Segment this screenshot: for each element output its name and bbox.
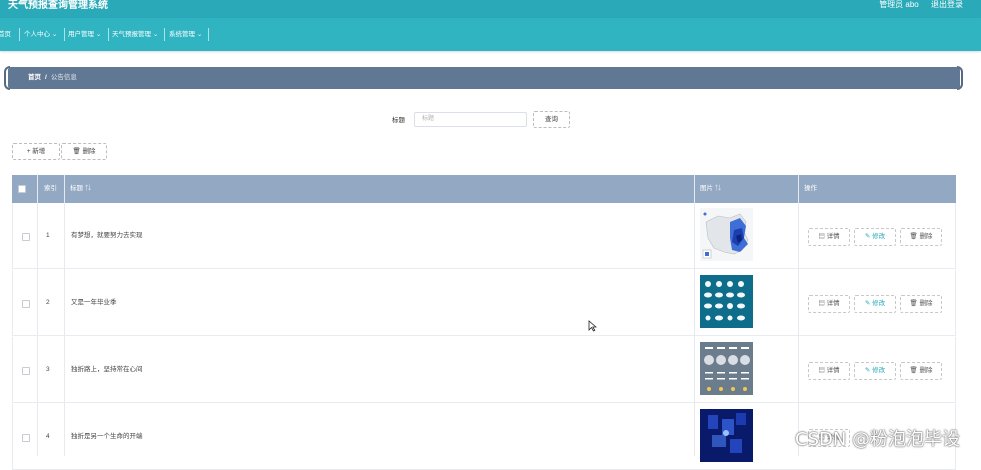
edit-button[interactable]: ✎ 修改 bbox=[854, 362, 896, 380]
sort-icon[interactable]: ⇅ bbox=[85, 185, 92, 192]
main-nav: 首页 个人中心 ⌄ 用户管理 ⌄ 天气预报管理 ⌄ 系统管理 ⌄ bbox=[0, 18, 981, 51]
document-icon: ▤ bbox=[818, 300, 825, 307]
table-header: 索引 标题 ⇅ 图片 ⇅ 操作 bbox=[12, 175, 956, 203]
pencil-icon: ✎ bbox=[864, 367, 871, 374]
search-label: 标题 bbox=[392, 117, 405, 124]
delete-label: 删除 bbox=[919, 367, 933, 374]
nav-item-system[interactable]: 系统管理 ⌄ bbox=[167, 28, 209, 41]
search-input[interactable]: 标题 bbox=[414, 112, 527, 127]
delete-button[interactable]: 🗑 删除 bbox=[900, 362, 942, 380]
row-checkbox[interactable] bbox=[22, 434, 30, 442]
breadcrumb-separator: / bbox=[45, 74, 47, 81]
chevron-down-icon: ⌄ bbox=[196, 31, 203, 38]
nav-item-weather[interactable]: 天气预报管理 ⌄ bbox=[110, 28, 165, 41]
trash-icon: 🗑 bbox=[909, 367, 918, 374]
row-index: 1 bbox=[46, 232, 50, 239]
nav-item-home[interactable]: 首页 bbox=[0, 28, 20, 41]
add-button[interactable]: + 新增 bbox=[12, 143, 60, 160]
detail-button[interactable]: ▤ 详情 bbox=[808, 362, 850, 380]
nav-item-users[interactable]: 用户管理 ⌄ bbox=[66, 28, 109, 41]
weather-icons-thumbnail bbox=[700, 275, 753, 328]
table-row: 1 有梦想，就要努力去实现 ▤ 详情 ✎ 修改 🗑 删除 bbox=[12, 203, 956, 269]
detail-label: 详情 bbox=[826, 300, 840, 307]
edit-label: 修改 bbox=[872, 300, 886, 307]
select-all-checkbox[interactable] bbox=[18, 185, 26, 193]
detail-button[interactable]: ▤ 详情 bbox=[808, 295, 850, 313]
logout-link[interactable]: 退出登录 bbox=[931, 0, 963, 9]
user-label: 管理员 abo bbox=[879, 0, 919, 9]
nav-item-label: 系统管理 bbox=[169, 31, 195, 38]
row-checkbox[interactable] bbox=[22, 233, 30, 241]
breadcrumb-current: 公告信息 bbox=[50, 74, 77, 81]
detail-label: 详情 bbox=[826, 367, 840, 374]
detail-button[interactable]: ▤ 详情 bbox=[808, 228, 850, 246]
document-icon: ▤ bbox=[818, 367, 825, 374]
breadcrumb: 首页 / 公告信息 bbox=[8, 67, 960, 89]
pencil-icon: ✎ bbox=[864, 300, 871, 307]
row-index: 4 bbox=[46, 433, 50, 440]
column-header-title[interactable]: 标题 ⇅ bbox=[70, 175, 91, 203]
watermark: CSDN @粉泡泡毕设 bbox=[795, 429, 961, 450]
row-title: 独折路上，坚持常在心间 bbox=[71, 366, 143, 373]
nav-item-personal[interactable]: 个人中心 ⌄ bbox=[22, 28, 65, 41]
delete-label: 删除 bbox=[919, 233, 933, 240]
batch-delete-button[interactable]: 🗑 删除 bbox=[61, 143, 107, 160]
chevron-down-icon: ⌄ bbox=[51, 31, 58, 38]
tech-image-thumbnail bbox=[700, 409, 753, 462]
table-row: 3 独折路上，坚持常在心间 ▤ 详情 ✎ 修改 🗑 删除 bbox=[12, 337, 956, 403]
delete-label: 删除 bbox=[919, 300, 933, 307]
edit-label: 修改 bbox=[872, 367, 886, 374]
breadcrumb-home[interactable]: 首页 bbox=[28, 74, 41, 81]
sort-icon[interactable]: ⇅ bbox=[715, 185, 722, 192]
column-header-actions: 操作 bbox=[804, 185, 817, 192]
row-title: 又是一年毕业季 bbox=[71, 299, 117, 306]
detail-label: 详情 bbox=[826, 233, 840, 240]
column-image-label: 图片 bbox=[700, 185, 713, 192]
edit-button[interactable]: ✎ 修改 bbox=[854, 228, 896, 246]
document-icon: ▤ bbox=[818, 233, 825, 240]
weather-map-thumbnail bbox=[700, 208, 753, 261]
trash-icon: 🗑 bbox=[72, 148, 81, 155]
batch-delete-label: 删除 bbox=[82, 148, 96, 155]
row-title: 有梦想，就要努力去实现 bbox=[71, 232, 143, 239]
delete-button[interactable]: 🗑 删除 bbox=[900, 228, 942, 246]
edit-button[interactable]: ✎ 修改 bbox=[854, 295, 896, 313]
trash-icon: 🗑 bbox=[909, 300, 918, 307]
column-title-label: 标题 bbox=[70, 185, 83, 192]
column-header-index: 索引 bbox=[44, 185, 57, 192]
weather-forecast-thumbnail bbox=[700, 342, 753, 395]
row-index: 2 bbox=[46, 299, 50, 306]
top-bar: 天气预报查询管理系统 管理员 abo 退出登录 bbox=[0, 0, 981, 18]
trash-icon: 🗑 bbox=[909, 233, 918, 240]
nav-item-label: 用户管理 bbox=[68, 31, 94, 38]
chevron-down-icon: ⌄ bbox=[95, 31, 102, 38]
row-checkbox[interactable] bbox=[22, 300, 30, 308]
column-header-image[interactable]: 图片 ⇅ bbox=[700, 175, 721, 203]
nav-item-label: 个人中心 bbox=[24, 31, 50, 38]
row-checkbox[interactable] bbox=[22, 367, 30, 375]
user-area: 管理员 abo 退出登录 bbox=[869, 0, 963, 10]
delete-button[interactable]: 🗑 删除 bbox=[900, 295, 942, 313]
edit-label: 修改 bbox=[872, 233, 886, 240]
search-button[interactable]: 查询 bbox=[533, 111, 570, 128]
row-title: 独折是另一个生命的开端 bbox=[71, 433, 143, 440]
mouse-cursor-icon bbox=[588, 320, 597, 332]
app-title: 天气预报查询管理系统 bbox=[8, 0, 108, 11]
table-row: 2 又是一年毕业季 ▤ 详情 ✎ 修改 🗑 删除 bbox=[12, 270, 956, 336]
pencil-icon: ✎ bbox=[864, 233, 871, 240]
nav-item-label: 首页 bbox=[0, 31, 11, 38]
row-index: 3 bbox=[46, 366, 50, 373]
nav-item-label: 天气预报管理 bbox=[112, 31, 151, 38]
chevron-down-icon: ⌄ bbox=[152, 31, 159, 38]
